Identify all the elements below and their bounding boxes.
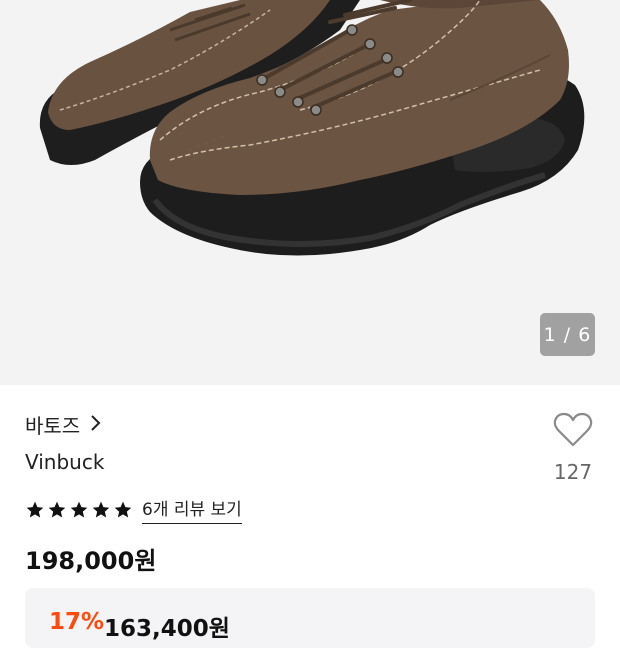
brand-link[interactable]: 바토즈 (25, 410, 102, 439)
brand-name: 바토즈 (25, 414, 81, 438)
sale-price: 163,400원 (104, 616, 230, 642)
star-filled-icon (92, 501, 110, 517)
star-filled-icon (48, 501, 66, 517)
discount-rate: 17% (49, 609, 105, 635)
wishlist-button[interactable]: 127 (550, 412, 596, 484)
discount-box: 17% 163,400원 (25, 588, 595, 648)
rating-row: 6개 리뷰 보기 (25, 495, 242, 524)
product-image (39, 0, 585, 256)
heart-outline-icon (553, 412, 593, 452)
wishlist-count: 127 (553, 460, 593, 484)
star-filled-icon (26, 501, 44, 517)
star-rating (25, 500, 133, 520)
review-link[interactable]: 6개 리뷰 보기 (142, 495, 242, 524)
star-filled-icon (70, 501, 88, 517)
product-image-gallery[interactable]: 1 / 6 (0, 0, 620, 385)
chevron-right-icon (90, 413, 102, 437)
star-filled-icon (114, 501, 132, 517)
product-name: Vinbuck (25, 450, 105, 474)
image-counter: 1 / 6 (540, 313, 595, 356)
original-price: 198,000원 (25, 547, 157, 575)
